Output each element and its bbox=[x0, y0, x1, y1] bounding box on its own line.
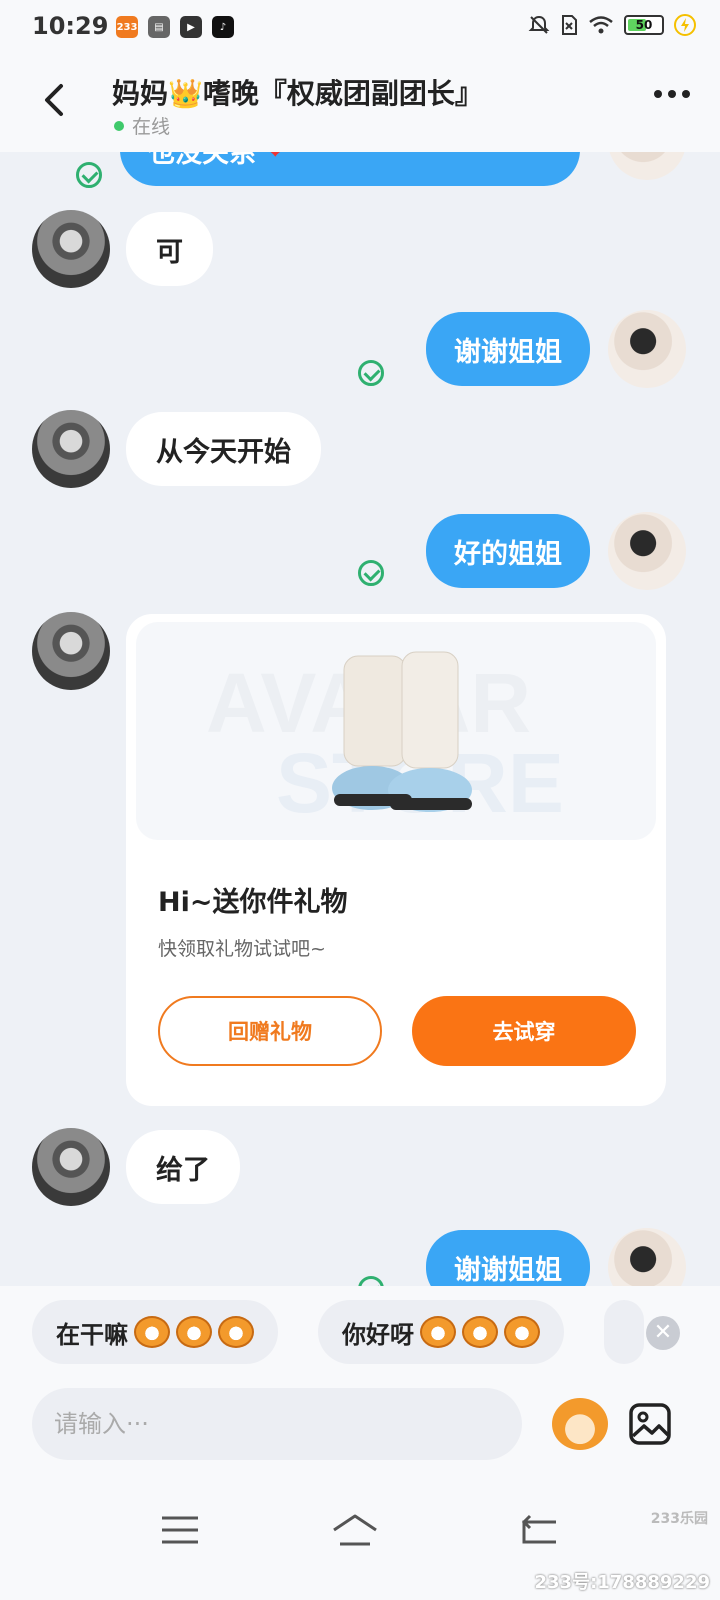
status-bar: 10:29 233 ▤ ▶ ♪ 50 bbox=[0, 0, 720, 56]
input-bar bbox=[0, 1380, 720, 1480]
quick-reply-chip[interactable]: 你好呀 bbox=[318, 1300, 564, 1364]
online-status: 在线 bbox=[114, 112, 170, 139]
message-bubble-outgoing[interactable]: 好的姐姐 bbox=[426, 514, 590, 588]
monkey-emoji-icon bbox=[134, 1316, 170, 1348]
gift-subtitle: 快领取礼物试试吧~ bbox=[158, 938, 326, 960]
sent-check-icon bbox=[76, 162, 102, 188]
close-quick-replies-icon[interactable]: ✕ bbox=[646, 1316, 680, 1350]
app-233-icon: 233 bbox=[116, 16, 138, 38]
sent-check-icon bbox=[358, 360, 384, 386]
contact-avatar[interactable] bbox=[32, 410, 110, 488]
tiktok-icon: ♪ bbox=[212, 16, 234, 38]
play-icon: ▶ bbox=[180, 16, 202, 38]
charging-icon bbox=[674, 14, 696, 36]
image-picker-icon[interactable] bbox=[628, 1402, 672, 1446]
system-icons: 50 bbox=[528, 14, 696, 36]
storage-icon: ▤ bbox=[148, 16, 170, 38]
my-avatar[interactable] bbox=[608, 152, 686, 180]
wifi-icon bbox=[589, 16, 613, 34]
back-nav-icon[interactable] bbox=[516, 1510, 564, 1550]
quick-reply-bar: 在干嘛 你好呀 ✕ bbox=[0, 1286, 720, 1380]
status-time: 10:29 bbox=[32, 12, 109, 40]
return-gift-button[interactable]: 回赠礼物 bbox=[158, 996, 382, 1066]
gift-title: Hi~送你件礼物 bbox=[158, 887, 348, 918]
message-text: 从今天开始 bbox=[156, 436, 291, 468]
monkey-emoji-icon bbox=[218, 1316, 254, 1348]
message-text: 可 bbox=[156, 236, 183, 268]
message-bubble-incoming[interactable]: 可 bbox=[126, 212, 213, 286]
monkey-emoji-icon bbox=[462, 1316, 498, 1348]
watermark-account: 233号:178889229 bbox=[534, 1572, 711, 1593]
my-avatar[interactable] bbox=[608, 310, 686, 388]
message-bubble-incoming[interactable]: 从今天开始 bbox=[126, 412, 321, 486]
chat-header: 妈妈👑嗜晚『权威团副团长』 在线 bbox=[0, 56, 720, 152]
monkey-emoji-icon bbox=[176, 1316, 212, 1348]
monkey-emoji-icon bbox=[504, 1316, 540, 1348]
more-options-icon[interactable] bbox=[654, 90, 690, 98]
message-text: 也没关系 bbox=[148, 152, 256, 169]
message-text: 好的姐姐 bbox=[454, 538, 562, 570]
quick-reply-text: 在干嘛 bbox=[56, 1320, 128, 1349]
mute-bell-icon bbox=[528, 15, 550, 34]
notification-icons: 233 ▤ ▶ ♪ bbox=[116, 16, 234, 38]
sent-check-icon bbox=[358, 560, 384, 586]
quick-reply-chip[interactable]: 在干嘛 bbox=[32, 1300, 278, 1364]
gift-card[interactable]: AVATAR STORE Hi~送你件礼物 快领取礼物试试吧~ 回赠礼物 去试穿 bbox=[126, 614, 666, 1106]
message-list[interactable]: 也没关系 ❤ 可 谢谢姐姐 从今天开始 好的姐姐 AVATAR STORE bbox=[0, 152, 720, 1312]
battery-icon: 50 bbox=[624, 15, 664, 35]
contact-avatar[interactable] bbox=[32, 210, 110, 288]
gift-image[interactable]: AVATAR STORE bbox=[136, 622, 656, 840]
message-text: 谢谢姐姐 bbox=[454, 1254, 562, 1286]
battery-level: 50 bbox=[635, 18, 653, 32]
my-avatar[interactable] bbox=[608, 512, 686, 590]
contact-avatar[interactable] bbox=[32, 612, 110, 690]
menu-icon[interactable] bbox=[156, 1510, 204, 1550]
watermark-logo: 233乐园 bbox=[650, 1511, 708, 1527]
back-arrow-icon[interactable] bbox=[34, 78, 78, 122]
message-text: 谢谢姐姐 bbox=[454, 336, 562, 368]
emoji-button-icon[interactable] bbox=[552, 1398, 608, 1450]
try-on-button[interactable]: 去试穿 bbox=[412, 996, 636, 1066]
message-input[interactable] bbox=[32, 1388, 522, 1460]
gift-item-image: AVATAR STORE bbox=[206, 651, 564, 830]
online-status-text: 在线 bbox=[132, 116, 171, 138]
quick-reply-text: 你好呀 bbox=[342, 1320, 414, 1349]
message-bubble-incoming[interactable]: 给了 bbox=[126, 1130, 240, 1204]
home-icon[interactable] bbox=[330, 1510, 380, 1550]
message-bubble-outgoing[interactable]: 谢谢姐姐 bbox=[426, 312, 590, 386]
quick-reply-chip-partial[interactable] bbox=[604, 1300, 644, 1364]
no-sim-icon bbox=[562, 15, 577, 35]
message-bubble-outgoing[interactable]: 也没关系 ❤ bbox=[120, 152, 580, 186]
monkey-emoji-icon bbox=[420, 1316, 456, 1348]
online-dot-icon bbox=[114, 120, 124, 131]
contact-avatar[interactable] bbox=[32, 1128, 110, 1206]
contact-name: 妈妈👑嗜晚『权威团副团长』 bbox=[112, 77, 483, 110]
message-text: 给了 bbox=[156, 1154, 210, 1186]
heart-emoji-icon: ❤ bbox=[264, 152, 287, 166]
